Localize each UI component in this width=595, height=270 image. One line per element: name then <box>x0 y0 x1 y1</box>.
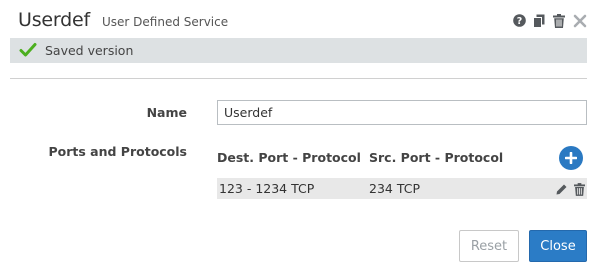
svg-text:?: ? <box>517 16 523 27</box>
dialog-subtitle: User Defined Service <box>102 15 229 29</box>
dest-port-cell: 123 - 1234 TCP <box>219 181 315 196</box>
trash-icon[interactable] <box>574 181 585 200</box>
src-port-column-header: Src. Port - Protocol <box>369 150 504 165</box>
name-label: Name <box>146 105 187 120</box>
table-row: 123 - 1234 TCP 234 TCP <box>217 178 587 199</box>
reset-button[interactable]: Reset <box>459 230 519 262</box>
row-actions <box>555 181 585 200</box>
edit-icon[interactable] <box>555 181 568 200</box>
trash-icon[interactable] <box>553 14 566 28</box>
status-text: Saved version <box>45 43 134 58</box>
dest-port-column-header: Dest. Port - Protocol <box>217 150 361 165</box>
help-icon[interactable]: ? <box>513 14 526 28</box>
plus-icon <box>564 149 578 168</box>
add-port-button[interactable] <box>559 146 583 170</box>
dialog-title: Userdef <box>18 9 91 31</box>
close-icon[interactable] <box>573 14 587 28</box>
divider <box>10 78 587 79</box>
status-banner: Saved version <box>10 38 587 63</box>
header-toolbar: ? <box>513 12 587 30</box>
close-button[interactable]: Close <box>529 230 587 262</box>
name-input[interactable] <box>217 100 587 125</box>
check-icon <box>19 42 37 58</box>
ports-protocols-label: Ports and Protocols <box>48 144 187 159</box>
src-port-cell: 234 TCP <box>369 181 421 196</box>
dialog-header: Userdef User Defined Service ? <box>0 0 595 38</box>
copy-icon[interactable] <box>533 14 546 28</box>
